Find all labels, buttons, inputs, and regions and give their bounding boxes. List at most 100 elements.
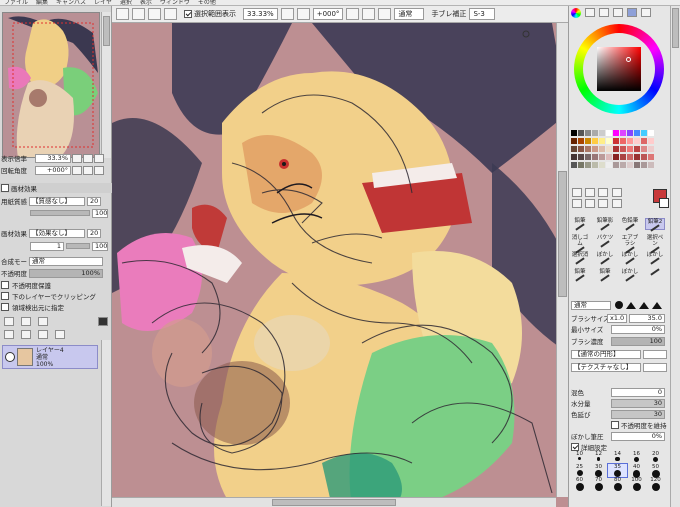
color-swatch[interactable] (585, 138, 591, 144)
color-swatch[interactable] (620, 130, 626, 136)
color-swatch[interactable] (648, 138, 654, 144)
menu-other[interactable]: その他 (198, 0, 216, 5)
color-swatch[interactable] (578, 162, 584, 168)
scratchpad-tab[interactable] (641, 8, 651, 17)
menu-view[interactable]: 表示 (140, 0, 152, 5)
color-wheel-tab[interactable] (571, 8, 581, 18)
tool-button[interactable]: 鉛筆 (570, 218, 590, 231)
color-swatch[interactable] (578, 154, 584, 160)
color-swatch[interactable] (592, 146, 598, 152)
zoom-out-button[interactable] (280, 8, 294, 20)
color-swatch[interactable] (641, 146, 647, 152)
rotate-cw-button[interactable] (83, 165, 93, 175)
color-swatch[interactable] (641, 154, 647, 160)
brush-mode-select[interactable]: 通常 (571, 300, 611, 310)
color-swatch[interactable] (571, 154, 577, 160)
menu-layer[interactable]: レイヤ (94, 0, 112, 5)
color-swatch[interactable] (613, 138, 619, 144)
brush-size-cell[interactable]: 40 (627, 464, 646, 478)
show-selection-checkbox[interactable] (184, 10, 192, 18)
color-swatch[interactable] (592, 154, 598, 160)
tool-button[interactable]: 色鉛筆 (620, 218, 640, 231)
flip-button[interactable] (378, 8, 392, 20)
swatch-tab[interactable] (613, 8, 623, 17)
tool-button[interactable]: 鉛筆 (570, 269, 590, 282)
color-swatch[interactable] (606, 146, 612, 152)
blend-value[interactable]: 0 (611, 387, 665, 397)
color-swatch[interactable] (585, 162, 591, 168)
mixer-tab[interactable] (627, 8, 637, 17)
transfer-down-button[interactable] (4, 329, 14, 339)
color-swatch[interactable] (592, 162, 598, 168)
color-swatch[interactable] (634, 146, 640, 152)
menu-file[interactable]: ファイル (4, 0, 28, 5)
eyedropper-icon[interactable] (611, 199, 622, 208)
tool-button[interactable]: 選択消 (570, 252, 590, 265)
tool-button[interactable]: 選択ペン (645, 235, 665, 254)
brush-size-cell[interactable]: 100 (627, 477, 646, 491)
color-swatch[interactable] (571, 130, 577, 136)
color-swatch[interactable] (578, 146, 584, 152)
detect-source-checkbox[interactable] (1, 303, 9, 311)
layer-opacity-value[interactable]: 100% (29, 268, 103, 278)
canvas-horizontal-scroll-thumb[interactable] (272, 499, 396, 506)
color-swatch[interactable] (599, 138, 605, 144)
color-picker-handle[interactable] (626, 57, 631, 62)
color-swatch[interactable] (585, 154, 591, 160)
color-swatch[interactable] (571, 138, 577, 144)
menu-edit[interactable]: 編集 (36, 0, 48, 5)
clipping-checkbox[interactable] (1, 292, 9, 300)
color-swatch[interactable] (634, 154, 640, 160)
menu-select[interactable]: 選択 (120, 0, 132, 5)
navigator-scrollbar[interactable] (101, 12, 111, 158)
color-swatch[interactable] (585, 130, 591, 136)
color-swatch[interactable] (648, 146, 654, 152)
color-wheel[interactable] (574, 24, 664, 114)
right-panel-scroll-thumb[interactable] (672, 8, 679, 48)
brush-size-cell[interactable]: 80 (608, 477, 627, 491)
layer-item[interactable]: レイヤー4 通常 100% (2, 345, 98, 369)
brush-size-cell[interactable]: 120 (646, 477, 665, 491)
texture-select[interactable]: 【質感なし】 (29, 196, 85, 206)
color-swatch[interactable] (627, 138, 633, 144)
color-swatch[interactable] (620, 154, 626, 160)
brush-shape-strength[interactable] (643, 349, 667, 359)
color-swatch[interactable] (641, 138, 647, 144)
brush-effect-slider[interactable] (66, 243, 90, 249)
new-layer-button[interactable] (4, 316, 14, 326)
tool-button[interactable] (645, 268, 665, 281)
zoom-field[interactable]: 33.33% (243, 8, 278, 20)
brush-size-cell[interactable]: 14 (608, 451, 627, 464)
mask-button[interactable] (98, 316, 108, 326)
zoom-icon[interactable] (572, 199, 582, 208)
keep-opacity-checkbox[interactable] (611, 421, 619, 429)
brush-size-cell[interactable]: 12 (589, 451, 608, 464)
tool-button[interactable]: バケツ (595, 235, 615, 248)
blur-pressure-value[interactable]: 0% (611, 431, 665, 441)
tool-button[interactable]: ぼかし (595, 252, 615, 265)
color-swatch[interactable] (648, 130, 654, 136)
rgb-slider-tab[interactable] (585, 8, 595, 17)
invert-selection-button[interactable] (132, 8, 145, 20)
color-swatch[interactable] (613, 130, 619, 136)
color-swatch[interactable] (578, 130, 584, 136)
zoom-reset-button[interactable] (94, 153, 104, 163)
canvas-vertical-scrollbar[interactable] (556, 23, 568, 497)
secondary-color[interactable] (659, 198, 669, 208)
shape-tri-3-icon[interactable] (652, 301, 662, 309)
color-swatch[interactable] (606, 130, 612, 136)
brush-size-cell[interactable]: 16 (627, 451, 646, 464)
color-swatch[interactable] (599, 154, 605, 160)
keep-opacity-row[interactable]: 不透明度を維持 (611, 420, 667, 430)
tool-button[interactable]: 鉛筆 (595, 269, 615, 282)
color-swatch[interactable] (627, 162, 633, 168)
color-swatch[interactable] (606, 162, 612, 168)
opacity-protect-checkbox[interactable] (1, 281, 9, 289)
color-swatch[interactable] (641, 130, 647, 136)
saturation-value-square[interactable] (597, 47, 641, 91)
zoom-minus-button[interactable] (72, 153, 82, 163)
color-swatch[interactable] (578, 138, 584, 144)
detail-settings-checkbox[interactable] (571, 443, 579, 451)
clear-layer-button[interactable] (38, 329, 48, 339)
tool-button[interactable]: エアブラシ (620, 235, 640, 254)
